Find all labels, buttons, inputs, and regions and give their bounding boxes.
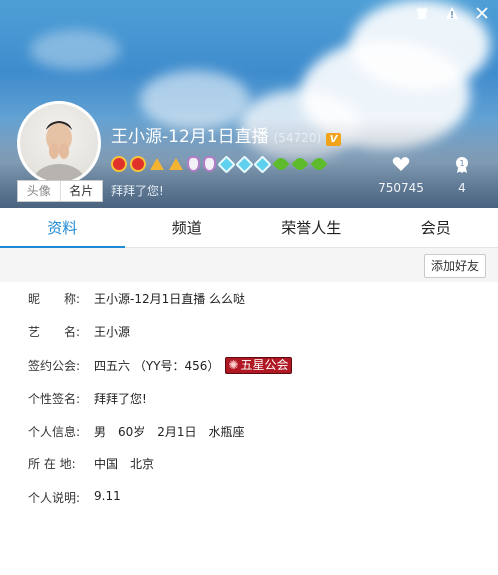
info-value: 拜拜了您! <box>94 392 147 406</box>
diamond-badge-icon[interactable] <box>235 155 254 174</box>
heart-icon <box>378 156 424 176</box>
info-row-stage-name: 艺 名: 王小源 <box>28 323 130 340</box>
gold-crown-badge-icon[interactable] <box>149 156 165 172</box>
tab-profile[interactable]: 资料 <box>0 208 125 248</box>
header-signature: 拜拜了您! <box>111 184 164 198</box>
leaf-badge-icon[interactable] <box>292 156 308 172</box>
info-value: 王小源-12月1日直播 么么哒 <box>94 292 246 306</box>
info-label: 所 在 地: <box>28 457 76 471</box>
info-row-description: 个人说明: 9.11 <box>28 489 121 506</box>
add-friend-button[interactable]: 添加好友 <box>423 254 486 278</box>
badge-row <box>111 155 327 174</box>
window-controls <box>414 6 490 22</box>
leaf-badge-icon[interactable] <box>273 156 289 172</box>
profile-name: 王小源-12月1日直播 <box>111 127 269 147</box>
rank-count: 4 <box>458 181 466 195</box>
avatar-tabs: 头像 名片 <box>17 180 103 202</box>
info-row-personal: 个人信息: 男 60岁 2月1日 水瓶座 <box>28 423 245 440</box>
info-value: 王小源 <box>94 325 131 339</box>
info-row-nickname: 昵 称: 王小源-12月1日直播 么么哒 <box>28 290 245 307</box>
tab-honor[interactable]: 荣誉人生 <box>249 208 374 247</box>
vip-badge-icon[interactable]: V <box>326 133 342 146</box>
shirt-icon[interactable] <box>414 6 430 22</box>
warning-icon[interactable] <box>444 6 460 22</box>
avatar[interactable] <box>17 101 101 185</box>
info-row-guild: 签约公会: 四五六 （YY号：456） ✺ 五星公会 <box>28 357 293 374</box>
svg-text:1: 1 <box>459 159 464 168</box>
leaf-badge-icon[interactable] <box>311 156 327 172</box>
info-label: 昵 称: <box>28 292 81 306</box>
info-value: 中国 北京 <box>94 457 155 471</box>
profile-uid: (54720) <box>273 131 322 145</box>
info-value: 男 60岁 2月1日 水瓶座 <box>94 425 245 439</box>
fans-stat[interactable]: 750745 <box>378 156 424 195</box>
shield-badge-icon[interactable] <box>203 156 216 172</box>
toolbar: 添加好友 <box>0 248 498 282</box>
tab-bar: 资料 频道 荣誉人生 会员 <box>0 208 498 248</box>
close-icon[interactable] <box>474 6 490 22</box>
diamond-badge-icon[interactable] <box>253 155 272 174</box>
profile-header: 头像 名片 王小源-12月1日直播 (54720) V 拜拜了您! 750745… <box>0 0 498 208</box>
name-row: 王小源-12月1日直播 (54720) V <box>111 122 342 147</box>
fans-count: 750745 <box>378 181 424 195</box>
guild-link[interactable]: 四五六 （YY号：456） <box>94 357 219 374</box>
crown-badge-icon[interactable] <box>111 156 127 172</box>
avatar-tab[interactable]: 头像 <box>18 181 61 201</box>
info-row-signature: 个性签名: 拜拜了您! <box>28 390 147 407</box>
info-row-location: 所 在 地: 中国 北京 <box>28 455 154 472</box>
star-icon: ✺ <box>228 358 239 372</box>
shield-badge-icon[interactable] <box>187 156 200 172</box>
info-label: 艺 名: <box>28 325 81 339</box>
crown-badge-icon[interactable] <box>130 156 146 172</box>
info-value: 9.11 <box>94 489 121 503</box>
info-label: 个人信息: <box>28 425 81 439</box>
tab-member[interactable]: 会员 <box>374 208 498 247</box>
info-label: 个性签名: <box>28 392 81 406</box>
gold-crown-badge-icon[interactable] <box>168 156 184 172</box>
medal-icon: 1 <box>444 156 480 176</box>
diamond-badge-icon[interactable] <box>217 155 236 174</box>
guild-badge-label: 五星公会 <box>240 358 289 372</box>
guild-star-badge[interactable]: ✺ 五星公会 <box>225 357 293 374</box>
info-label: 个人说明: <box>28 491 81 505</box>
tab-channel[interactable]: 频道 <box>125 208 250 247</box>
rank-stat[interactable]: 1 4 <box>444 156 480 195</box>
info-label: 签约公会: <box>28 359 81 373</box>
card-tab[interactable]: 名片 <box>61 181 103 201</box>
